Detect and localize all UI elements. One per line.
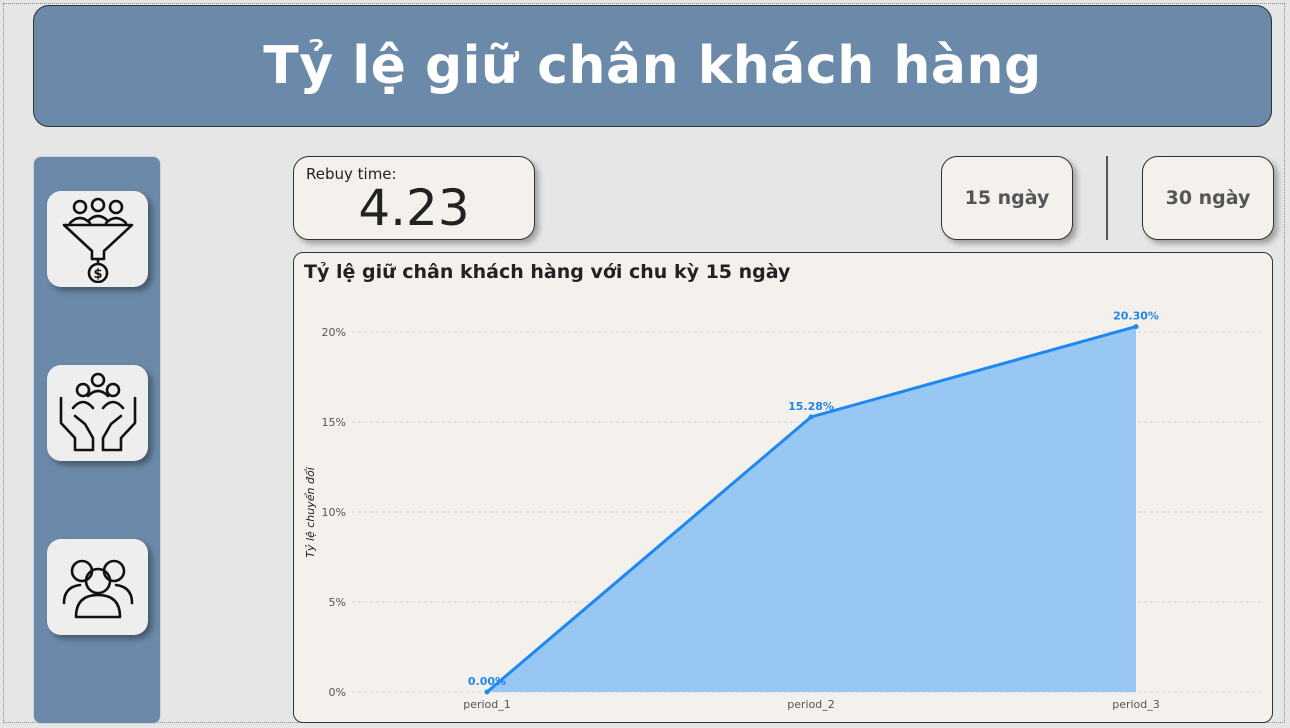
period-30-button[interactable]: 30 ngày bbox=[1142, 156, 1274, 240]
y-tick-label: 10% bbox=[322, 506, 346, 519]
y-tick-label: 20% bbox=[322, 326, 346, 339]
page-title: Tỷ lệ giữ chân khách hàng bbox=[263, 36, 1042, 96]
funnel-money-icon: $ bbox=[62, 197, 133, 283]
data-label: 15.28% bbox=[788, 400, 834, 413]
data-point bbox=[1133, 324, 1139, 330]
series-area bbox=[487, 326, 1136, 692]
svg-text:$: $ bbox=[93, 267, 102, 282]
y-axis-label: Tỷ lệ chuyển đổi bbox=[304, 467, 317, 558]
sidebar: $ bbox=[33, 156, 161, 724]
customer-group-icon bbox=[62, 559, 133, 619]
sidebar-item-funnel[interactable]: $ bbox=[47, 191, 148, 287]
divider bbox=[1106, 156, 1108, 240]
sidebar-item-retention[interactable] bbox=[47, 365, 148, 461]
chart-card: Tỷ lệ giữ chân khách hàng với chu kỳ 15 … bbox=[293, 252, 1273, 723]
y-tick-label: 5% bbox=[329, 596, 346, 609]
kpi-value: 4.23 bbox=[358, 179, 470, 237]
data-point bbox=[484, 689, 490, 695]
y-tick-label: 15% bbox=[322, 416, 346, 429]
x-tick-label: period_1 bbox=[463, 698, 511, 711]
period-15-button[interactable]: 15 ngày bbox=[941, 156, 1073, 240]
retention-area-chart: 0% 5% 10% 15% 20% Tỷ lệ chuyển đổi 0.00% 15.28%… bbox=[304, 310, 1264, 711]
y-tick-label: 0% bbox=[329, 686, 346, 699]
data-point bbox=[808, 414, 814, 420]
hands-people-icon bbox=[59, 372, 136, 452]
data-label: 0.00% bbox=[468, 675, 506, 688]
sidebar-item-customers[interactable] bbox=[47, 539, 148, 635]
header-banner: Tỷ lệ giữ chân khách hàng bbox=[33, 5, 1272, 127]
x-tick-label: period_2 bbox=[787, 698, 835, 711]
data-label: 20.30% bbox=[1113, 310, 1159, 323]
kpi-card: Rebuy time: 4.23 bbox=[293, 156, 535, 240]
x-tick-label: period_3 bbox=[1112, 698, 1160, 711]
